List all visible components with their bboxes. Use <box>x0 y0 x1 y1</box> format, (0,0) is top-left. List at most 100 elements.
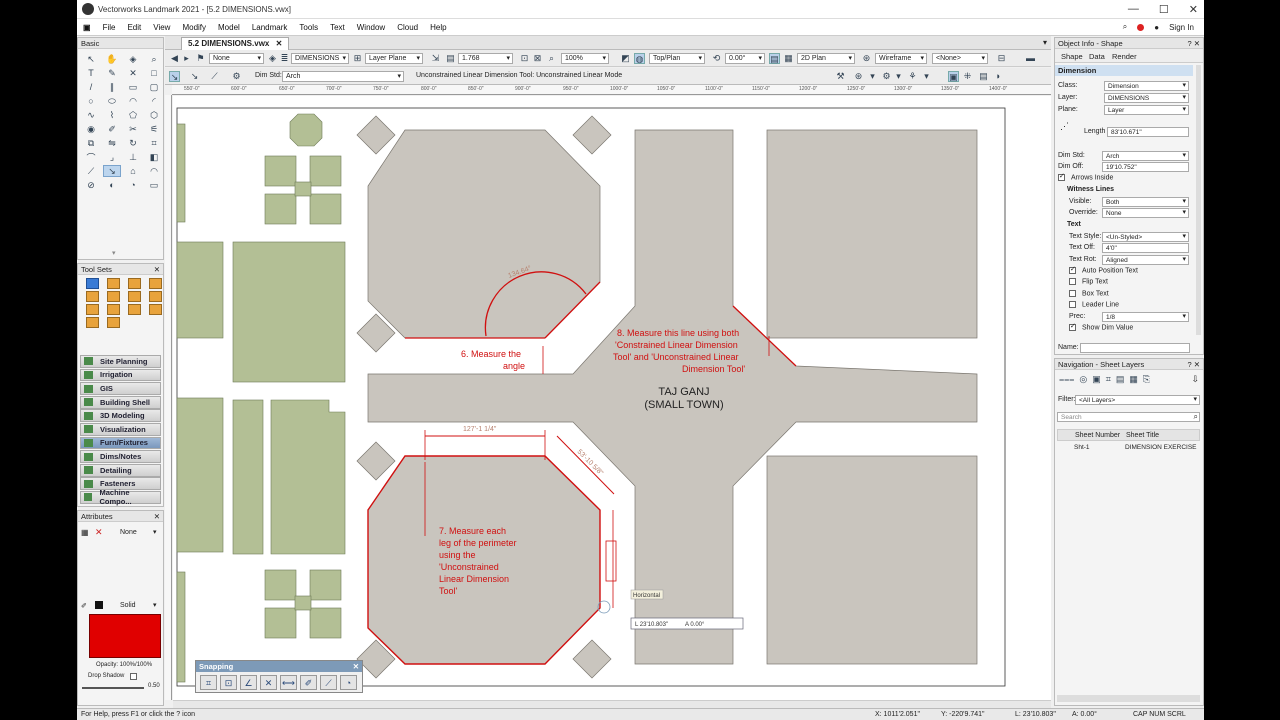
tool-set-3d-modeling[interactable]: 3D Modeling <box>80 409 161 423</box>
menu-window[interactable]: Window <box>351 23 391 32</box>
menu-tools[interactable]: Tools <box>293 23 324 32</box>
flip-text-checkbox[interactable] <box>1069 278 1076 285</box>
polyline-tool-icon[interactable]: ⌇ <box>103 109 121 121</box>
sheet-layers-icon[interactable]: ▣ <box>1092 374 1101 385</box>
close-icon[interactable]: ✕ <box>276 39 283 48</box>
tab-5-2-dimensions[interactable]: 5.2 DIMENSIONS.vwx ✕ <box>181 37 290 50</box>
dimension-settings-icon[interactable]: ⚙ <box>231 71 242 82</box>
mirror-tool-icon[interactable]: ⇋ <box>103 137 121 149</box>
grid-snap-icon[interactable]: ▣ <box>948 71 959 82</box>
constraints-icon[interactable]: ⚘ <box>907 71 918 82</box>
tool-set-site-planning[interactable]: Site Planning <box>80 355 161 368</box>
arc-tool-icon[interactable]: ◠ <box>124 95 142 107</box>
col-sheet-title[interactable]: Sheet Title <box>1126 430 1159 441</box>
angle-snap-icon[interactable]: ▤ <box>978 71 989 82</box>
close-icon[interactable]: ✕ <box>154 511 160 522</box>
chevron-down-icon[interactable]: ▾ <box>921 71 932 82</box>
text-tool-icon[interactable]: T <box>82 67 100 79</box>
snap-to-intersection-icon[interactable]: ✕ <box>260 675 277 690</box>
unconstrained-chain-mode-icon[interactable]: ⟋ <box>209 71 220 82</box>
zoom-fit-icon[interactable]: ⊡ <box>519 53 530 64</box>
object-snap-icon[interactable]: ⁜ <box>962 71 973 82</box>
chevron-down-icon[interactable]: ▾ <box>153 528 157 536</box>
forward-icon[interactable]: ▸ <box>181 53 192 64</box>
layer-icon[interactable]: ≣ <box>279 53 290 64</box>
text-style-dropdown[interactable]: <Un-Styled> <box>1102 232 1189 242</box>
active-class-dropdown[interactable]: None <box>209 53 264 64</box>
saved-views-icon[interactable]: ▤ <box>1116 374 1125 385</box>
layer-visibility-icon[interactable]: ⊟ <box>996 53 1007 64</box>
close-icon[interactable]: ✕ <box>1189 3 1198 16</box>
no-fill-icon[interactable]: ✕ <box>95 527 103 538</box>
pattern-fill-icon[interactable]: ▦ <box>81 528 89 537</box>
menu-file[interactable]: File <box>97 23 122 32</box>
filter-dropdown[interactable]: <All Layers> <box>1075 395 1200 405</box>
layer-dropdown[interactable]: DIMENSIONS <box>1104 93 1189 103</box>
split-tool-icon[interactable]: ⚟ <box>145 123 163 135</box>
tool-set-tool-icon[interactable] <box>85 304 99 315</box>
layer-plane-dropdown[interactable]: Layer Plane <box>365 53 423 64</box>
line-weight-value[interactable]: 0.50 <box>148 683 160 689</box>
trim-tool-icon[interactable]: ⌗ <box>145 137 163 149</box>
unconstrained-dimension-tool-icon[interactable]: ↘ <box>103 165 121 177</box>
layer-options-icon[interactable]: ⊞ <box>352 53 363 64</box>
view-dropdown[interactable]: Top/Plan <box>649 53 705 64</box>
rotate-tool-icon[interactable]: ↻ <box>124 137 142 149</box>
snap-settings-icon[interactable]: ⊛ <box>853 71 864 82</box>
layer-scale-icon[interactable]: ▤ <box>445 53 456 64</box>
reshape-tool-icon[interactable]: ⟋ <box>82 165 100 177</box>
standard-view-dropdown[interactable]: 2D Plan <box>797 53 855 64</box>
tool-set-dims-notes[interactable]: Dims/Notes <box>80 450 161 463</box>
data-bar-length[interactable]: L 23'10.803" <box>635 622 668 628</box>
minimize-icon[interactable]: — <box>1128 3 1139 16</box>
double-line-tool-icon[interactable]: ∥ <box>103 81 121 93</box>
unconstrained-linear-mode-icon[interactable]: ↘ <box>169 71 180 82</box>
zoom-dropdown[interactable]: 100% <box>561 53 609 64</box>
render-icon[interactable]: ◑ <box>992 71 1003 82</box>
witness-lines-section[interactable]: Witness Lines <box>1067 186 1114 193</box>
search-icon[interactable]: ⌕ <box>1123 22 1127 32</box>
search-icon[interactable]: ⌕ <box>1194 412 1198 422</box>
fill-style-value[interactable]: None <box>120 529 137 536</box>
dim-std-dropdown[interactable]: Arch <box>282 71 404 82</box>
tab-render[interactable]: Render <box>1112 52 1137 61</box>
3d-tool-icon[interactable]: ◐ <box>103 179 121 191</box>
tool-set-tool-icon[interactable] <box>106 304 120 315</box>
smart-cursor-icon[interactable]: ⚙ <box>881 71 892 82</box>
tool-set-tool-icon[interactable] <box>148 291 162 302</box>
col-sheet-number[interactable]: Sheet Number <box>1075 430 1120 441</box>
rounded-rect-tool-icon[interactable]: ▢ <box>145 81 163 93</box>
text-off-field[interactable]: 4'0" <box>1102 243 1189 253</box>
zoom-tool-icon[interactable]: ⌕ <box>145 53 163 65</box>
tool-set-tool-icon[interactable] <box>127 291 141 302</box>
connect-tool-icon[interactable]: ⊥ <box>124 151 142 163</box>
saved-views-dropdown[interactable]: <None> <box>932 53 988 64</box>
viewports-icon[interactable]: ⌗ <box>1106 374 1111 385</box>
sheet-row[interactable]: Sht-1 DIMENSION EXERCISE <box>1057 442 1200 453</box>
tool-set-tool-icon[interactable] <box>148 304 162 315</box>
dimension-tool-icon[interactable]: ✕ <box>124 67 142 79</box>
locus-tool-icon[interactable]: □ <box>145 67 163 79</box>
class-dropdown[interactable]: Dimension <box>1104 81 1189 91</box>
search-input[interactable]: Search <box>1057 412 1200 422</box>
prec-dropdown[interactable]: 1/8 <box>1102 312 1189 322</box>
zoom-objects-icon[interactable]: ⊠ <box>532 53 543 64</box>
tool-set-gis[interactable]: GIS <box>80 382 161 395</box>
fillet-tool-icon[interactable]: ⌒ <box>82 151 100 163</box>
angular-dimension-tool-icon[interactable]: ◠ <box>145 165 163 177</box>
flyover-icon[interactable]: ▬ <box>1025 53 1036 64</box>
perspective-tool-icon[interactable]: ◔ <box>124 179 142 191</box>
spiral-tool-icon[interactable]: ◉ <box>82 123 100 135</box>
length-field[interactable]: 83'10.671" <box>1107 127 1189 137</box>
pen-swatch[interactable] <box>95 601 103 609</box>
rotation-field[interactable]: 0.00° <box>725 53 765 64</box>
render-mode-icon[interactable]: ⊛ <box>861 53 872 64</box>
snap-icon[interactable]: ⚒ <box>835 71 846 82</box>
polygon-tool-icon[interactable]: ⬠ <box>124 109 142 121</box>
override-dropdown[interactable]: None <box>1102 208 1189 218</box>
fill-color-swatch[interactable] <box>89 614 161 658</box>
attribute-mapping-tool-icon[interactable]: ✂ <box>124 123 142 135</box>
classes-icon[interactable]: ◎ <box>1079 374 1087 385</box>
circle-tool-icon[interactable]: ○ <box>82 95 100 107</box>
chamfer-tool-icon[interactable]: ⌟ <box>103 151 121 163</box>
